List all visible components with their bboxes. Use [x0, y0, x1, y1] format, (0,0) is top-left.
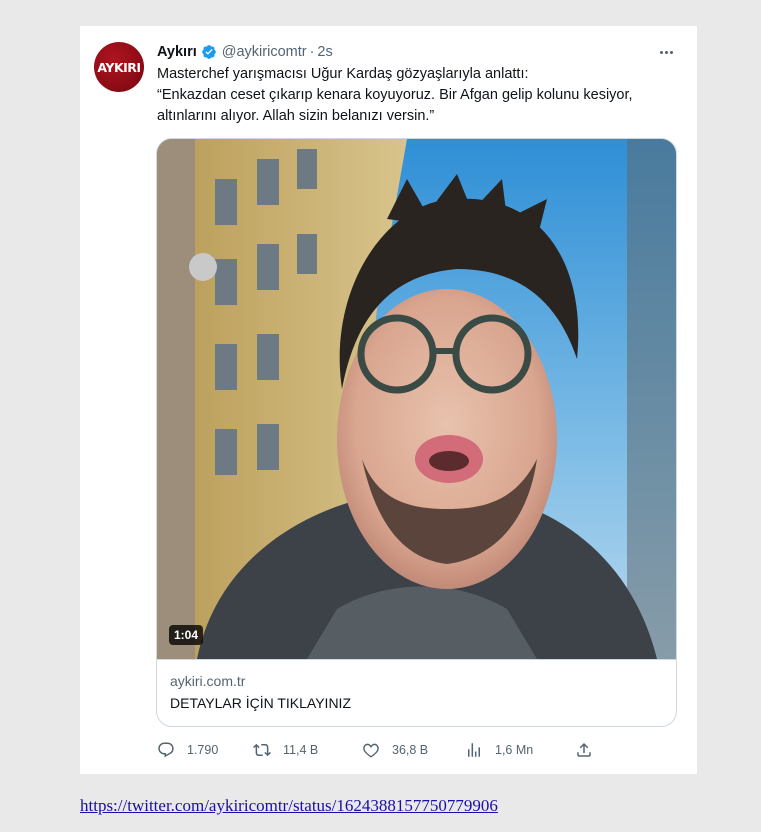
header-separator: ·: [309, 44, 315, 60]
tweet-header: Aykırı @aykiricomtr · 2s: [157, 42, 333, 62]
tweet-text-line: altınlarını alıyor. Allah sizin belanızı…: [157, 108, 435, 124]
retweet-count: 11,4 B: [283, 743, 319, 757]
tweet-text: Masterchef yarışmacısı Uğur Kardaş gözya…: [157, 64, 677, 127]
link-domain: aykiri.com.tr: [170, 673, 246, 689]
reply-icon: [158, 742, 174, 758]
video-duration-badge: 1:04: [169, 625, 204, 645]
reply-button[interactable]: 1.790: [157, 738, 218, 762]
like-count: 36,8 B: [392, 743, 429, 757]
retweet-icon: [253, 743, 271, 757]
author-name[interactable]: Aykırı: [157, 44, 197, 60]
author-handle[interactable]: @aykiricomtr: [222, 44, 307, 60]
media-card[interactable]: 1:04 aykiri.com.tr DETAYLAR İÇİN TIKLAYI…: [156, 138, 677, 727]
avatar-logo-text: AYKIRI: [97, 59, 141, 75]
more-options-icon[interactable]: [657, 42, 675, 62]
views-chart-icon: [468, 743, 480, 757]
tweet-actions: 1.790 11,4 B 36,8 B 1,6 Mn: [157, 738, 677, 762]
verified-badge-icon: [201, 45, 216, 59]
avatar[interactable]: AYKIRI: [94, 42, 144, 92]
video-thumbnail: [157, 139, 676, 659]
tweet-card[interactable]: AYKIRI Aykırı @aykiricomtr · 2s Masterch…: [80, 26, 697, 774]
tweet-text-line: “Enkazdan ceset çıkarıp kenara koyuyoruz…: [157, 87, 633, 103]
retweet-button[interactable]: 11,4 B: [253, 738, 318, 762]
video-player[interactable]: 1:04: [157, 139, 676, 659]
heart-icon: [363, 743, 379, 758]
tweet-timestamp[interactable]: 2s: [317, 44, 332, 60]
views-count: 1,6 Mn: [495, 743, 534, 757]
share-button[interactable]: [575, 738, 605, 762]
share-icon: [577, 742, 591, 757]
like-button[interactable]: 36,8 B: [362, 738, 428, 762]
source-link[interactable]: https://twitter.com/aykiricomtr/status/1…: [80, 796, 498, 816]
link-card-meta[interactable]: aykiri.com.tr DETAYLAR İÇİN TIKLAYINIZ: [157, 659, 676, 726]
views-button[interactable]: 1,6 Mn: [465, 738, 533, 762]
link-title[interactable]: DETAYLAR İÇİN TIKLAYINIZ: [170, 693, 663, 714]
tweet-text-line: Masterchef yarışmacısı Uğur Kardaş gözya…: [157, 66, 529, 82]
reply-count: 1.790: [187, 743, 219, 757]
